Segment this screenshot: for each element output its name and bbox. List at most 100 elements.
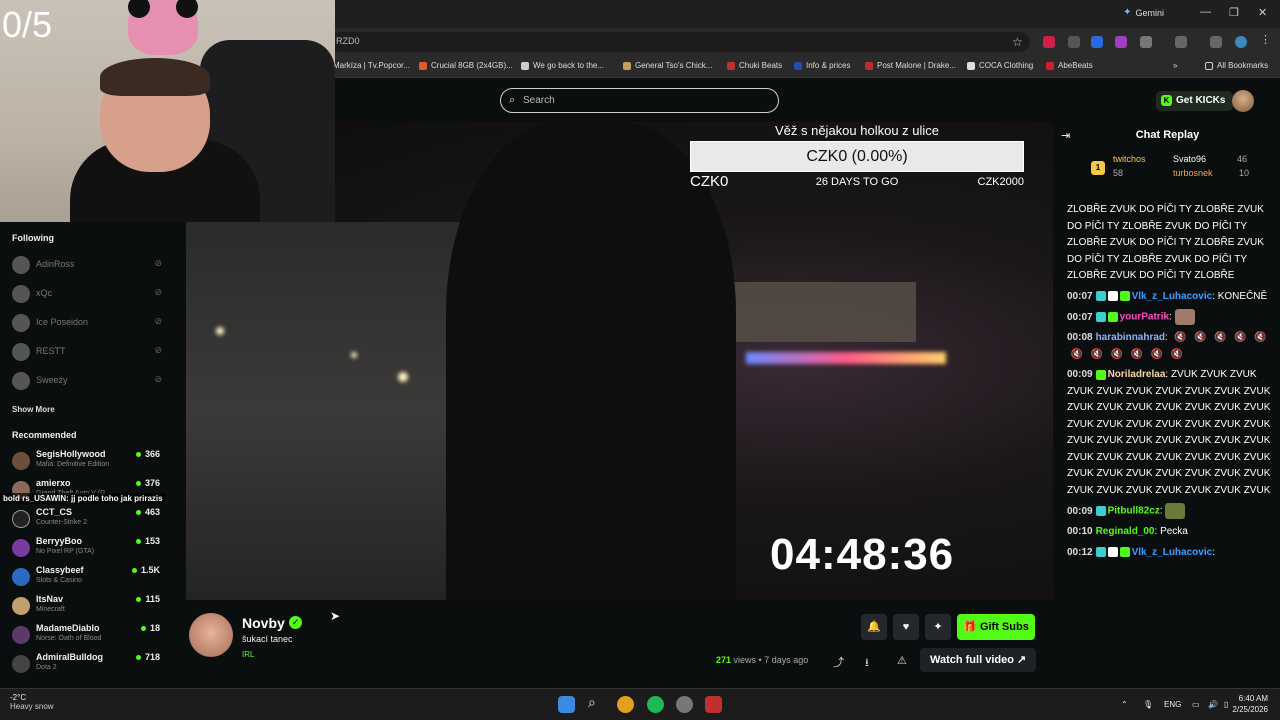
message-user[interactable]: Vlk_z_Luhacovic	[1132, 291, 1213, 302]
report-icon[interactable]: ⚠	[897, 654, 907, 667]
recommended-item[interactable]: CCT_CS Counter-Strike 2 463	[12, 506, 162, 534]
tray-overflow-icon[interactable]: ⌃	[1121, 700, 1128, 709]
battery-icon[interactable]: ▯	[1224, 700, 1228, 709]
gifter-name[interactable]: turbosnek	[1173, 168, 1213, 178]
streamer-avatar[interactable]	[189, 613, 233, 657]
following-item[interactable]: AdinRoss ⊘	[12, 254, 162, 274]
start-icon[interactable]	[558, 696, 575, 713]
message-user[interactable]: Vlk_z_Luhacovic	[1132, 547, 1213, 558]
app-icon[interactable]	[705, 696, 722, 713]
following-item[interactable]: RESTT ⊘	[12, 341, 162, 361]
drop-badge-icon	[1107, 290, 1118, 301]
kick-logo-icon: K	[1161, 95, 1172, 106]
mouse-cursor-icon: ➤	[330, 609, 341, 623]
recommended-item[interactable]: ItsNav Minecraft 115	[12, 593, 162, 621]
spotify-icon[interactable]	[647, 696, 664, 713]
extension-icon[interactable]	[1043, 36, 1055, 48]
bookmark-favicon-icon	[727, 61, 735, 70]
streamer-name[interactable]: Novby	[242, 615, 285, 631]
media-icon[interactable]	[1210, 36, 1222, 48]
notification-bell-button[interactable]: 🔔	[861, 614, 887, 640]
menu-icon[interactable]: ⋮	[1260, 33, 1272, 46]
recommended-item[interactable]: AdmiralBulldog Dota 2 718	[12, 651, 162, 679]
bookmark-item[interactable]: Info & prices	[794, 61, 850, 70]
chat-message: 00:09 Noriladrelaa: ZVUK ZVUK ZVUK ZVUK Z…	[1067, 369, 1271, 496]
minimize-icon[interactable]: —	[1200, 6, 1211, 18]
search-box[interactable]: ⌕	[500, 88, 779, 113]
channel-name: SegisHollywood	[36, 449, 106, 459]
following-item[interactable]: xQc ⊘	[12, 283, 162, 303]
avatar	[12, 626, 30, 644]
stream-category[interactable]: IRL	[242, 650, 254, 659]
weather-widget[interactable]: -2°C Heavy snow	[10, 693, 54, 711]
taskbar: -2°C Heavy snow ⌕ ⌃ 🎙 ENG ▭ 🔊 ▯ 6:40 AM …	[0, 688, 1280, 720]
channel-name: amierxo	[36, 478, 71, 488]
bookmark-star-icon[interactable]: ☆	[1012, 35, 1023, 49]
sparkle-button[interactable]: ✦	[925, 614, 951, 640]
language-indicator[interactable]: ENG	[1164, 700, 1181, 709]
show-more-button[interactable]: Show More	[12, 405, 55, 414]
gemini-button[interactable]: ✦ Gemini	[1123, 7, 1164, 18]
collapse-chat-icon[interactable]: ⇥	[1061, 129, 1070, 142]
message-user[interactable]: Noriladrelaa	[1108, 369, 1166, 380]
bookmark-item[interactable]: AbeBeats	[1046, 61, 1093, 70]
watch-full-video-button[interactable]: Watch full video ↗	[920, 648, 1037, 672]
gift-subs-button[interactable]: 🎁 Gift Subs	[957, 614, 1035, 640]
video-scene-light	[216, 327, 224, 335]
bookmark-item[interactable]: Chuki Beats	[727, 61, 782, 70]
recommended-item[interactable]: BerryyBoo No Pixel RP (GTA) 153	[12, 535, 162, 563]
recommended-item[interactable]: SegisHollywood Mafia: Definitive Edition 3…	[12, 448, 162, 476]
bookmark-favicon-icon	[794, 61, 802, 70]
goal-progress-bar: CZK0 (0.00%)	[690, 141, 1024, 172]
microphone-icon[interactable]: 🎙	[1143, 700, 1153, 709]
message-user[interactable]: Pitbull82cz	[1108, 506, 1160, 517]
goal-progress-label: CZK0 (0.00%)	[806, 148, 908, 165]
follow-heart-button[interactable]: ♥	[893, 614, 919, 640]
recommended-item[interactable]: Classybeef Slots & Casino 1.5K	[12, 564, 162, 592]
volume-icon[interactable]: 🔊	[1208, 700, 1218, 709]
profile-icon[interactable]	[1235, 36, 1247, 48]
bookmark-item[interactable]: General Tso's Chick...	[623, 61, 712, 70]
bookmark-item[interactable]: Post Malone | Drake...	[865, 61, 956, 70]
user-avatar[interactable]	[1232, 90, 1254, 112]
screen: ✦ Gemini — ❐ ✕ RZD0 ☆ ⋮ Markíza | Tv.Popc…	[0, 0, 1280, 720]
bookmarks-overflow-icon[interactable]: »	[1173, 61, 1177, 70]
extensions-puzzle-icon[interactable]	[1140, 36, 1152, 48]
gifter-name[interactable]: Svato96	[1173, 154, 1206, 164]
bookmark-label: We go back to the...	[533, 61, 605, 70]
obs-icon[interactable]	[676, 696, 693, 713]
gifter-name[interactable]: twitchos	[1113, 154, 1146, 164]
bookmark-item[interactable]: Markíza | Tv.Popcor...	[333, 61, 410, 70]
download-icon[interactable]: ⭳	[865, 654, 869, 673]
search-icon[interactable]: ⌕	[588, 694, 605, 711]
clock[interactable]: 6:40 AM 2/25/2026	[1232, 693, 1268, 715]
url-field[interactable]: RZD0 ☆	[330, 32, 1030, 52]
bookmark-item[interactable]: COCA Clothing	[967, 61, 1033, 70]
message-user[interactable]: yourPatrik	[1120, 312, 1169, 323]
avatar	[12, 256, 30, 274]
close-icon[interactable]: ✕	[1258, 6, 1267, 19]
avatar	[12, 343, 30, 361]
chrome-icon[interactable]	[617, 696, 634, 713]
search-input[interactable]	[523, 93, 763, 108]
message-user[interactable]: harabinnahrad	[1096, 332, 1165, 343]
all-bookmarks[interactable]: All Bookmarks	[1205, 61, 1268, 70]
recommended-item[interactable]: MadameDiablo Norse: Oath of Blood 18	[12, 622, 162, 650]
channel-name: CCT_CS	[36, 507, 73, 517]
bookmark-item[interactable]: Crucial 8GB (2x4GB)...	[419, 61, 513, 70]
mute-emote-icon: 🔇	[1254, 332, 1267, 344]
following-item[interactable]: Sweezy ⊘	[12, 370, 162, 390]
get-kicks-button[interactable]: K Get KICKs	[1156, 91, 1234, 111]
tab-search-icon[interactable]	[1175, 36, 1187, 48]
sub-badge-icon	[1095, 506, 1106, 517]
extension-icon[interactable]	[1068, 36, 1080, 48]
extension-icon[interactable]	[1115, 36, 1127, 48]
bookmark-item[interactable]: We go back to the...	[521, 61, 604, 70]
network-icon[interactable]: ▭	[1192, 700, 1200, 709]
extension-icon[interactable]	[1091, 36, 1103, 48]
restore-icon[interactable]: ❐	[1229, 6, 1239, 19]
share-icon[interactable]: ⤴	[833, 654, 844, 670]
mute-emote-icon: 🔇	[1110, 348, 1124, 360]
following-item[interactable]: Ice Poseidon ⊘	[12, 312, 162, 332]
message-user[interactable]: Reginald_00	[1096, 526, 1155, 537]
